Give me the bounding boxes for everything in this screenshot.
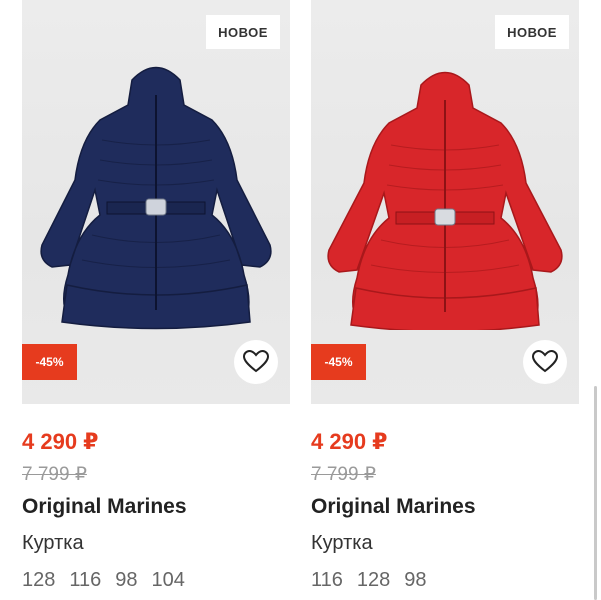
brand-name[interactable]: Original Marines: [22, 493, 290, 521]
coat-image: [327, 71, 563, 330]
price: 4 290 ₽: [311, 429, 388, 454]
new-badge: НОВОЕ: [206, 15, 280, 49]
size-option[interactable]: 98: [404, 567, 426, 593]
old-price: 7 799 ₽: [22, 464, 87, 485]
size-option[interactable]: 104: [152, 567, 185, 593]
product-type: Куртка: [22, 532, 84, 554]
product-image[interactable]: НОВОЕ -45%: [311, 0, 579, 404]
discount-badge: -45%: [22, 344, 77, 380]
coat-image: [40, 66, 272, 330]
discount-badge: -45%: [311, 344, 366, 380]
price: 4 290 ₽: [22, 429, 99, 454]
size-list: 116 128 98: [311, 567, 579, 593]
size-option[interactable]: 128: [357, 567, 390, 593]
brand-name[interactable]: Original Marines: [311, 493, 579, 521]
product-card[interactable]: НОВОЕ -45% 4 290 ₽ 7 799 ₽ Original Mari…: [311, 0, 579, 593]
size-option[interactable]: 128: [22, 567, 55, 593]
size-list: 128 116 98 104: [22, 567, 290, 593]
old-price: 7 799 ₽: [311, 464, 376, 485]
heart-icon: [243, 350, 269, 373]
favorite-button[interactable]: [234, 340, 278, 384]
size-option[interactable]: 116: [69, 567, 101, 593]
new-badge: НОВОЕ: [495, 15, 569, 49]
size-option[interactable]: 116: [311, 567, 343, 593]
product-card[interactable]: НОВОЕ -45% 4 290 ₽ 7 799 ₽ Original Mari…: [22, 0, 290, 593]
scrollbar[interactable]: [594, 386, 597, 600]
product-image[interactable]: НОВОЕ -45%: [22, 0, 290, 404]
favorite-button[interactable]: [523, 340, 567, 384]
size-option[interactable]: 98: [115, 567, 137, 593]
product-type: Куртка: [311, 532, 373, 554]
heart-icon: [532, 350, 558, 373]
